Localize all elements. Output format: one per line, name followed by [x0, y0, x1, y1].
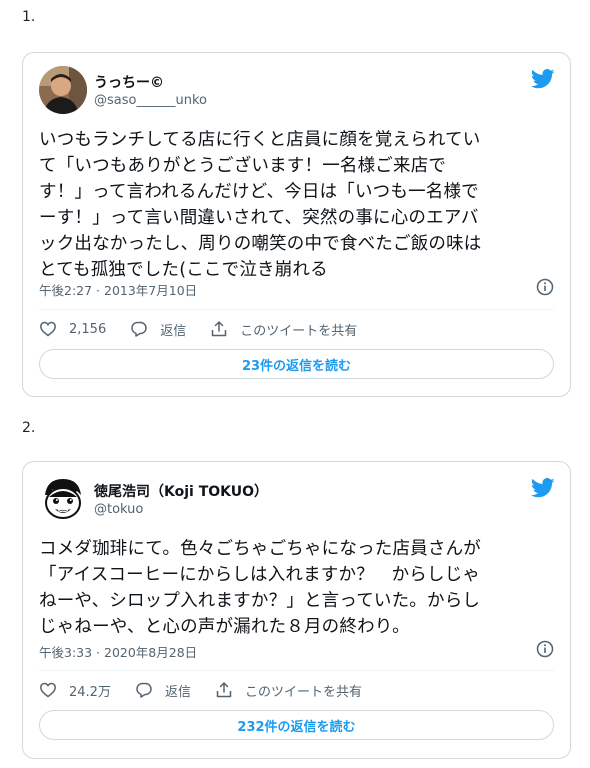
- read-replies-button[interactable]: 23件の返信を読む: [39, 349, 554, 379]
- twitter-bird-icon[interactable]: [531, 478, 555, 498]
- reply-bubble-icon: [136, 682, 152, 698]
- heart-icon: [40, 682, 56, 698]
- like-button[interactable]: 24.2万: [39, 681, 111, 700]
- tweet-timestamp[interactable]: 午後2:27 · 2013年7月10日: [39, 280, 197, 299]
- divider: [39, 670, 554, 671]
- share-icon: [211, 321, 227, 337]
- read-replies-button[interactable]: 232件の返信を読む: [39, 710, 554, 740]
- reply-button[interactable]: 返信: [135, 681, 191, 700]
- share-button[interactable]: このツイートを共有: [215, 681, 362, 700]
- tweet-card: 徳尾浩司（Koji TOKUO） @tokuo コメダ珈琲にて。色々ごちゃごちゃ…: [22, 461, 571, 759]
- share-label: このツイートを共有: [240, 323, 358, 339]
- heart-icon: [40, 321, 56, 337]
- avatar[interactable]: [39, 66, 87, 114]
- tweet-text: コメダ珈琲にて。色々ごちゃごちゃになった店員さんが 「アイスコーヒーにからしは入…: [39, 539, 481, 637]
- author-name[interactable]: 徳尾浩司（Koji TOKUO）: [94, 481, 268, 501]
- tweet-card: うっちー© @saso______unko いつもランチしてる店に行くと店員に顔…: [22, 52, 571, 397]
- tweet-text: いつもランチしてる店に行くと店員に顔を覚えられてい て「いつもありがとうございま…: [39, 130, 482, 280]
- avatar[interactable]: [39, 475, 87, 523]
- author-name[interactable]: うっちー©: [94, 72, 164, 92]
- reply-label: 返信: [160, 323, 187, 339]
- like-button[interactable]: 2,156: [39, 320, 106, 338]
- author-handle[interactable]: @tokuo: [94, 502, 143, 517]
- author-handle[interactable]: @saso______unko: [94, 93, 207, 108]
- info-icon[interactable]: [536, 278, 554, 296]
- twitter-bird-icon[interactable]: [531, 69, 555, 89]
- reply-label: 返信: [164, 684, 191, 700]
- user-avatar-photo-icon: [39, 66, 87, 114]
- info-icon[interactable]: [536, 640, 554, 658]
- cartoon-face-avatar-icon: [39, 475, 87, 523]
- tweet-number: 1.: [22, 9, 36, 25]
- share-button[interactable]: このツイートを共有: [210, 320, 357, 339]
- share-label: このツイートを共有: [244, 684, 362, 700]
- like-count: 24.2万: [69, 684, 111, 700]
- like-count: 2,156: [69, 321, 107, 337]
- tweet-actions: 24.2万 返信 このツイートを共有: [39, 679, 554, 701]
- tweet-number: 2.: [22, 420, 36, 436]
- tweet-actions: 2,156 返信 このツイートを共有: [39, 318, 554, 340]
- reply-button[interactable]: 返信: [130, 320, 186, 339]
- tweet-timestamp[interactable]: 午後3:33 · 2020年8月28日: [39, 642, 197, 661]
- share-icon: [216, 682, 232, 698]
- reply-bubble-icon: [131, 321, 147, 337]
- divider: [39, 309, 554, 310]
